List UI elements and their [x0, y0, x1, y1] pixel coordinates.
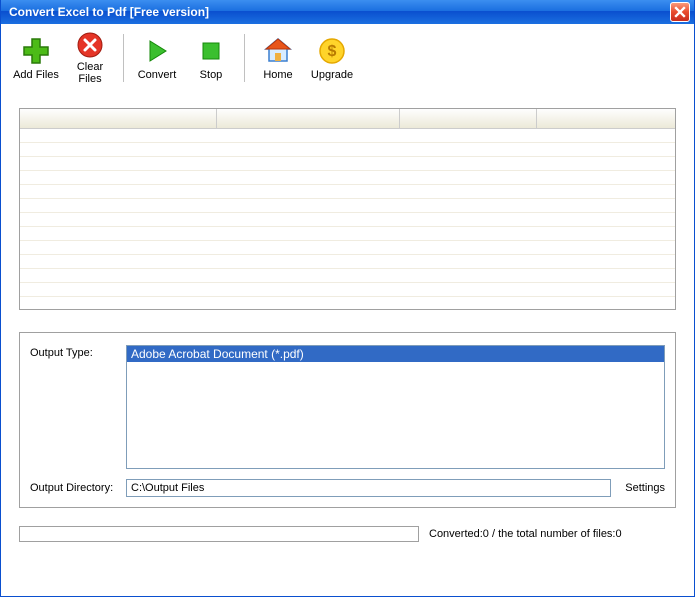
- grid-col-4[interactable]: [537, 109, 675, 128]
- titlebar-buttons: [670, 2, 690, 22]
- upgrade-button[interactable]: $ Upgrade: [305, 30, 359, 86]
- output-dir-input[interactable]: [126, 479, 611, 497]
- output-dir-row: Output Directory: Settings: [30, 479, 665, 497]
- stop-icon: [195, 35, 227, 67]
- clear-icon: [74, 31, 106, 59]
- grid-col-1[interactable]: [20, 109, 217, 128]
- content-area: Output Type: Adobe Acrobat Document (*.p…: [1, 88, 694, 550]
- grid-row: [20, 185, 675, 199]
- grid-header: [20, 109, 675, 129]
- convert-button[interactable]: Convert: [130, 30, 184, 86]
- grid-row: [20, 143, 675, 157]
- grid-row: [20, 255, 675, 269]
- status-text: Converted:0 / the total number of files:…: [429, 528, 622, 540]
- output-type-item[interactable]: Adobe Acrobat Document (*.pdf): [127, 346, 664, 362]
- output-type-row: Output Type: Adobe Acrobat Document (*.p…: [30, 345, 665, 469]
- upgrade-label: Upgrade: [311, 69, 353, 81]
- stop-label: Stop: [200, 69, 223, 81]
- grid-row: [20, 171, 675, 185]
- home-icon: [262, 35, 294, 67]
- close-button[interactable]: [670, 2, 690, 22]
- grid-row: [20, 129, 675, 143]
- separator: [123, 34, 124, 82]
- status-row: Converted:0 / the total number of files:…: [19, 526, 676, 542]
- grid-body[interactable]: [20, 129, 675, 310]
- convert-label: Convert: [138, 69, 177, 81]
- files-grid[interactable]: [19, 108, 676, 310]
- grid-row: [20, 199, 675, 213]
- svg-text:$: $: [328, 43, 337, 60]
- grid-row: [20, 241, 675, 255]
- grid-col-2[interactable]: [217, 109, 400, 128]
- titlebar: Convert Excel to Pdf [Free version]: [1, 0, 694, 24]
- add-files-label: Add Files: [13, 69, 59, 81]
- output-panel: Output Type: Adobe Acrobat Document (*.p…: [19, 332, 676, 508]
- output-type-label: Output Type:: [30, 345, 118, 359]
- grid-row: [20, 157, 675, 171]
- grid-row: [20, 213, 675, 227]
- home-button[interactable]: Home: [251, 30, 305, 86]
- separator: [244, 34, 245, 82]
- home-label: Home: [263, 69, 292, 81]
- output-dir-label: Output Directory:: [30, 482, 118, 494]
- grid-row: [20, 227, 675, 241]
- grid-row: [20, 269, 675, 283]
- play-icon: [141, 35, 173, 67]
- plus-icon: [20, 35, 52, 67]
- output-type-list[interactable]: Adobe Acrobat Document (*.pdf): [126, 345, 665, 469]
- add-files-button[interactable]: Add Files: [9, 30, 63, 86]
- toolbar: Add Files Clear Files Convert: [1, 24, 694, 88]
- grid-row: [20, 297, 675, 310]
- progress-bar: [19, 526, 419, 542]
- settings-link[interactable]: Settings: [625, 482, 665, 494]
- grid-col-3[interactable]: [400, 109, 538, 128]
- grid-row: [20, 283, 675, 297]
- close-icon: [674, 6, 686, 18]
- clear-files-label: Clear Files: [64, 61, 116, 85]
- main-window: Convert Excel to Pdf [Free version] Add …: [0, 0, 695, 597]
- stop-button[interactable]: Stop: [184, 30, 238, 86]
- window-title: Convert Excel to Pdf [Free version]: [9, 5, 209, 19]
- coin-icon: $: [316, 35, 348, 67]
- clear-files-button[interactable]: Clear Files: [63, 30, 117, 86]
